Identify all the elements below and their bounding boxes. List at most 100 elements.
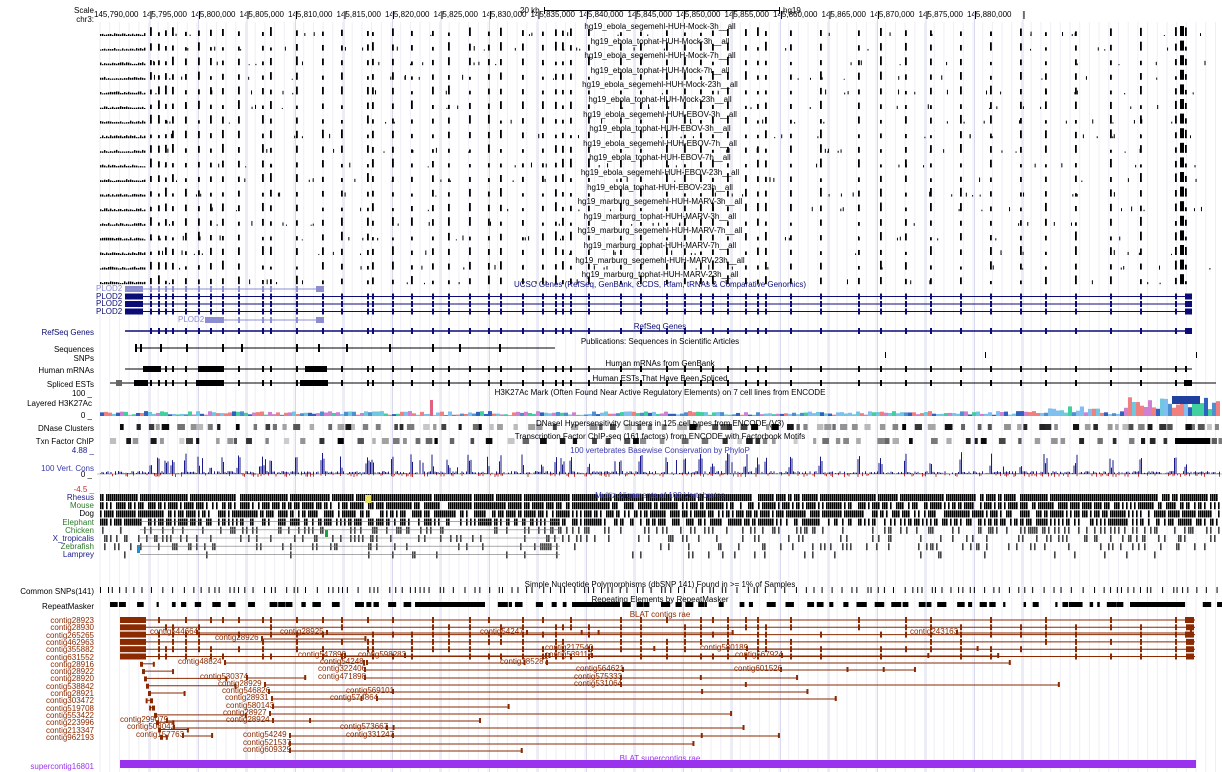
cons-bar [146, 473, 148, 474]
multiz-align-block [532, 502, 534, 510]
dnase-cluster [272, 424, 277, 430]
mrna-exon [990, 366, 992, 372]
dnase-cluster [1084, 424, 1091, 430]
cons-bar [392, 456, 394, 474]
coverage-peak [1175, 88, 1177, 95]
cons-bar [1186, 464, 1187, 474]
coverage-peak [1175, 277, 1177, 285]
genome-browser-image[interactable]: Scale chr3: 20 kb hg19 145,790,000 145,79… [0, 0, 1222, 772]
h3k27ac-signal [972, 412, 976, 416]
cons-bar [401, 473, 403, 474]
coverage-bar [899, 236, 901, 241]
h3k27ac-signal [484, 414, 488, 416]
coverage-peak [210, 57, 212, 66]
coverage-bar [344, 46, 346, 51]
coverage-bar [712, 206, 714, 212]
cons-bar [1121, 472, 1123, 474]
coverage-bar [102, 107, 104, 109]
coverage-bar [153, 74, 155, 80]
multiz-align-block [902, 494, 904, 501]
gene-exon [270, 286, 272, 292]
cons-bar [533, 472, 535, 474]
multiz-align-block [1140, 494, 1142, 501]
coverage-bar [116, 267, 118, 270]
coverage-peak [542, 31, 544, 36]
multiz-align-block [116, 502, 118, 510]
multiz-align-block [1062, 502, 1064, 510]
h3k27ac-signal [956, 413, 960, 416]
multiz-align-block [116, 510, 118, 518]
h3k27ac-signal [228, 412, 232, 416]
cons-bar [649, 471, 650, 474]
cons-neg-bar [781, 474, 782, 476]
est-exon [880, 380, 882, 386]
multiz-align-block [1160, 502, 1162, 510]
multiz-align-block [1096, 502, 1098, 510]
coverage-bar [1061, 163, 1063, 168]
coverage-peak [1020, 235, 1022, 241]
coverage-peak [880, 232, 882, 241]
coverage-peak [522, 176, 524, 182]
coverage-bar [126, 62, 128, 66]
multiz-align-block [958, 510, 960, 518]
coverage-peak [858, 265, 860, 270]
coverage-bar [923, 165, 925, 168]
coverage-bar [126, 135, 128, 139]
multiz-align-block [670, 510, 672, 518]
coverage-bar [1034, 163, 1036, 168]
multiz-align-block [960, 510, 962, 518]
coverage-peak [820, 144, 822, 153]
cons-neg-bar [350, 474, 352, 477]
cons-neg-bar [1169, 474, 1171, 476]
gene-exon [1175, 301, 1177, 307]
multiz-align-block [484, 494, 486, 501]
multiz-align-block [960, 494, 962, 501]
cons-bar [488, 466, 490, 474]
multiz-align-block [884, 494, 886, 501]
coverage-peak [210, 133, 212, 139]
cons-bar [283, 471, 284, 474]
multiz-align-block [320, 502, 322, 510]
coverage-peak [960, 203, 962, 212]
multiz-align-block [418, 494, 420, 501]
coverage-peak [372, 159, 374, 168]
coverage-peak [270, 205, 272, 212]
h3k27ac-signal [372, 411, 376, 416]
multiz-align-block [656, 510, 658, 518]
coverage-bar [134, 107, 136, 109]
multiz-align-block [482, 510, 484, 518]
coverage-bar [397, 223, 399, 226]
coverage-bar [132, 64, 134, 66]
multiz-align-block [748, 502, 750, 510]
cons-bar [226, 472, 227, 474]
multiz-align-block [924, 494, 926, 501]
coverage-peak [469, 236, 471, 241]
gene-exon [522, 301, 524, 307]
cons-bar [400, 472, 401, 474]
coverage-peak [542, 248, 544, 255]
cons-bar [170, 465, 172, 474]
multiz-align-block [830, 510, 832, 518]
h3k27ac-signal [280, 414, 284, 416]
refseq-exon [150, 328, 152, 334]
h3k27ac-signal [1176, 404, 1180, 416]
cons-neg-bar [260, 474, 262, 477]
coverage-peak [469, 102, 471, 109]
h3k27ac-signal [528, 412, 532, 416]
multiz-align-block [748, 494, 750, 501]
coverage-bar [126, 268, 128, 270]
multiz-align-block [172, 494, 174, 501]
cons-bar [196, 473, 197, 474]
cons-bar [964, 472, 965, 474]
coverage-bar [140, 194, 142, 197]
mrna-exon [198, 366, 200, 372]
coverage-peak [790, 203, 792, 212]
est-exon [198, 380, 200, 386]
refseq-exon [1110, 328, 1112, 334]
multiz-align-block [600, 510, 602, 518]
multiz-align-block [1216, 494, 1218, 501]
cons-bar [1070, 473, 1072, 474]
cons-bar [466, 471, 467, 474]
coverage-peak [765, 31, 767, 36]
h3k27ac-signal [616, 413, 620, 416]
